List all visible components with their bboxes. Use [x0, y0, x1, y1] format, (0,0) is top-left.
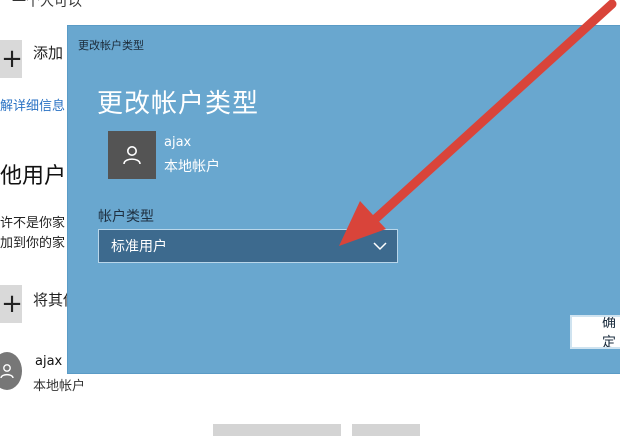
add-other-user-button[interactable]: + [0, 285, 23, 323]
account-type-label: 帐户类型 [98, 209, 154, 225]
other-users-heading: 他用户 [0, 164, 67, 189]
remove-button[interactable] [352, 424, 420, 436]
background-user-name[interactable]: ajax [35, 354, 62, 369]
person-icon [123, 146, 141, 165]
dialog-user-name: ajax [164, 135, 192, 150]
person-icon [0, 364, 14, 379]
ok-button[interactable]: 确定 [570, 315, 620, 349]
add-family-member-button[interactable]: + [0, 40, 23, 78]
change-account-type-dialog: 更改帐户类型 更改帐户类型 ajax 本地帐户 帐户类型 标准用户 确定 [68, 26, 620, 373]
dialog-title-bar-text: 更改帐户类型 [78, 39, 144, 52]
background-top-text: 一个人可以 [12, 0, 82, 10]
plus-icon: + [1, 44, 23, 74]
other-users-description-line1: 许不是你家 [0, 216, 66, 231]
dialog-user-type: 本地帐户 [164, 159, 220, 175]
ok-button-label: 确定 [602, 315, 616, 349]
dialog-title-bar[interactable]: 更改帐户类型 [68, 26, 620, 62]
account-type-select[interactable]: 标准用户 [98, 229, 398, 263]
plus-icon: + [1, 289, 23, 319]
user-avatar[interactable] [0, 352, 22, 390]
other-users-description-line2: 加到你的家 [0, 236, 66, 251]
change-account-type-button[interactable] [213, 424, 341, 436]
learn-more-link[interactable]: 解详细信息 [0, 95, 65, 114]
account-type-selected-value: 标准用户 [111, 239, 167, 255]
chevron-down-icon [373, 242, 387, 251]
dialog-user-avatar [108, 131, 156, 179]
background-user-type: 本地帐户 [33, 379, 86, 394]
add-family-member-label: 添加 [33, 44, 64, 62]
dialog-heading: 更改帐户类型 [97, 89, 260, 119]
